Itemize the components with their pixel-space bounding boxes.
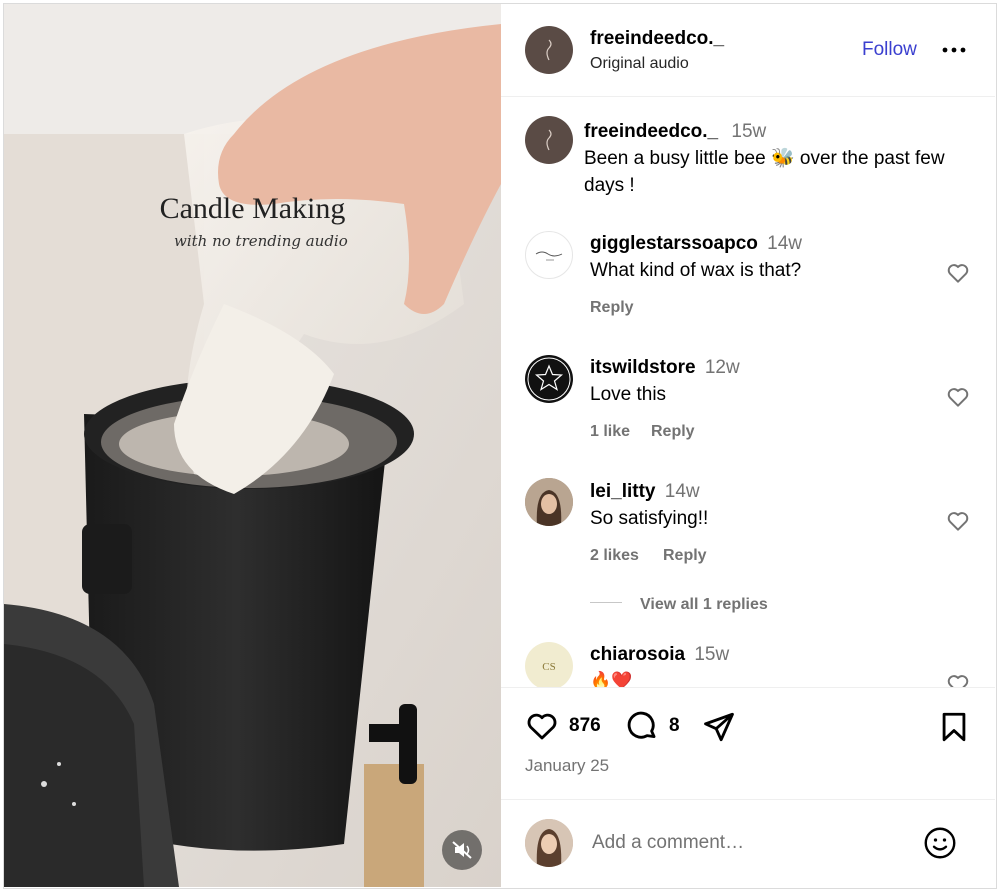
like-heart-icon[interactable]: [525, 709, 559, 743]
comment-text: 🔥❤️: [590, 671, 633, 687]
heart-outline-icon[interactable]: [945, 671, 971, 687]
comment-username[interactable]: gigglestarssoapco: [590, 233, 758, 254]
emoji-icon[interactable]: [922, 825, 958, 861]
reply-button[interactable]: Reply: [590, 299, 634, 317]
author-username[interactable]: freeindeedco._: [590, 28, 724, 50]
comment-time[interactable]: 14w: [665, 481, 700, 502]
mute-icon: [452, 841, 472, 859]
heart-outline-icon[interactable]: [945, 384, 971, 410]
author-logo-icon: [546, 39, 552, 61]
caption-username[interactable]: freeindeedco._: [584, 121, 718, 142]
comment-text: Love this: [590, 384, 667, 405]
heart-outline-icon[interactable]: [945, 508, 971, 534]
video-overlay-title: Candle Making: [159, 192, 346, 225]
comment-likes[interactable]: 1 like: [590, 423, 630, 441]
bookmark-icon[interactable]: [937, 710, 971, 744]
comment-count[interactable]: 8: [669, 715, 680, 737]
reply-button[interactable]: Reply: [651, 423, 695, 441]
video-overlay-subtitle: with no trending audio: [174, 232, 348, 250]
viewer-avatar: [525, 819, 573, 867]
view-replies-line: [590, 602, 622, 603]
follow-button[interactable]: Follow: [862, 39, 917, 61]
post-date[interactable]: January 25: [525, 756, 609, 776]
star-logo-icon: [527, 357, 571, 401]
post-sidebar: freeindeedco._ Original audio Follow fre…: [501, 4, 995, 887]
more-options-button[interactable]: [941, 40, 967, 60]
heart-outline-icon[interactable]: [945, 260, 971, 286]
author-logo-icon: [546, 129, 552, 151]
comment-time[interactable]: 12w: [705, 357, 740, 378]
commenter-avatar[interactable]: [525, 355, 573, 403]
comment-text: So satisfying!!: [590, 508, 709, 529]
composer-divider: [501, 799, 995, 800]
author-avatar[interactable]: [525, 26, 573, 74]
video-player[interactable]: Candle Making with no trending audio: [4, 4, 501, 887]
comment-time[interactable]: 14w: [767, 233, 802, 254]
comment-time[interactable]: 15w: [694, 644, 729, 665]
mute-button[interactable]: [442, 830, 482, 870]
commenter-avatar[interactable]: [525, 231, 573, 279]
caption-text: Been a busy little bee 🐝 over the past f…: [584, 148, 945, 196]
profile-photo-icon: [525, 478, 573, 526]
audio-label[interactable]: Original audio: [590, 55, 689, 73]
comment-text: What kind of wax is that?: [590, 260, 802, 281]
like-count[interactable]: 876: [569, 715, 601, 737]
share-send-icon[interactable]: [702, 710, 736, 744]
comment-username[interactable]: chiarosoia: [590, 644, 685, 665]
actions-divider: [501, 687, 995, 688]
comment-likes[interactable]: 2 likes: [590, 547, 639, 565]
commenter-avatar[interactable]: [525, 478, 573, 526]
caption-time[interactable]: 15w: [731, 121, 766, 142]
comment-input[interactable]: Add a comment…: [592, 832, 892, 854]
comment-username[interactable]: lei_litty: [590, 481, 655, 502]
comment-icon[interactable]: [625, 709, 659, 743]
brand-logo-icon: CS: [542, 661, 555, 673]
profile-photo-icon: [525, 819, 573, 867]
video-frame-illustration: [4, 4, 501, 887]
caption-avatar[interactable]: [525, 116, 573, 164]
reply-button[interactable]: Reply: [663, 547, 707, 565]
comments-list[interactable]: freeindeedco._ 15w Been a busy little be…: [501, 97, 995, 687]
svg-text:CS: CS: [542, 661, 555, 673]
view-replies-button[interactable]: View all 1 replies: [640, 596, 768, 614]
comment-username[interactable]: itswildstore: [590, 357, 696, 378]
more-horizontal-icon: [942, 47, 966, 53]
post-header: freeindeedco._ Original audio Follow: [501, 4, 995, 96]
brand-logo-icon: [535, 251, 563, 261]
commenter-avatar[interactable]: CS: [525, 642, 573, 687]
